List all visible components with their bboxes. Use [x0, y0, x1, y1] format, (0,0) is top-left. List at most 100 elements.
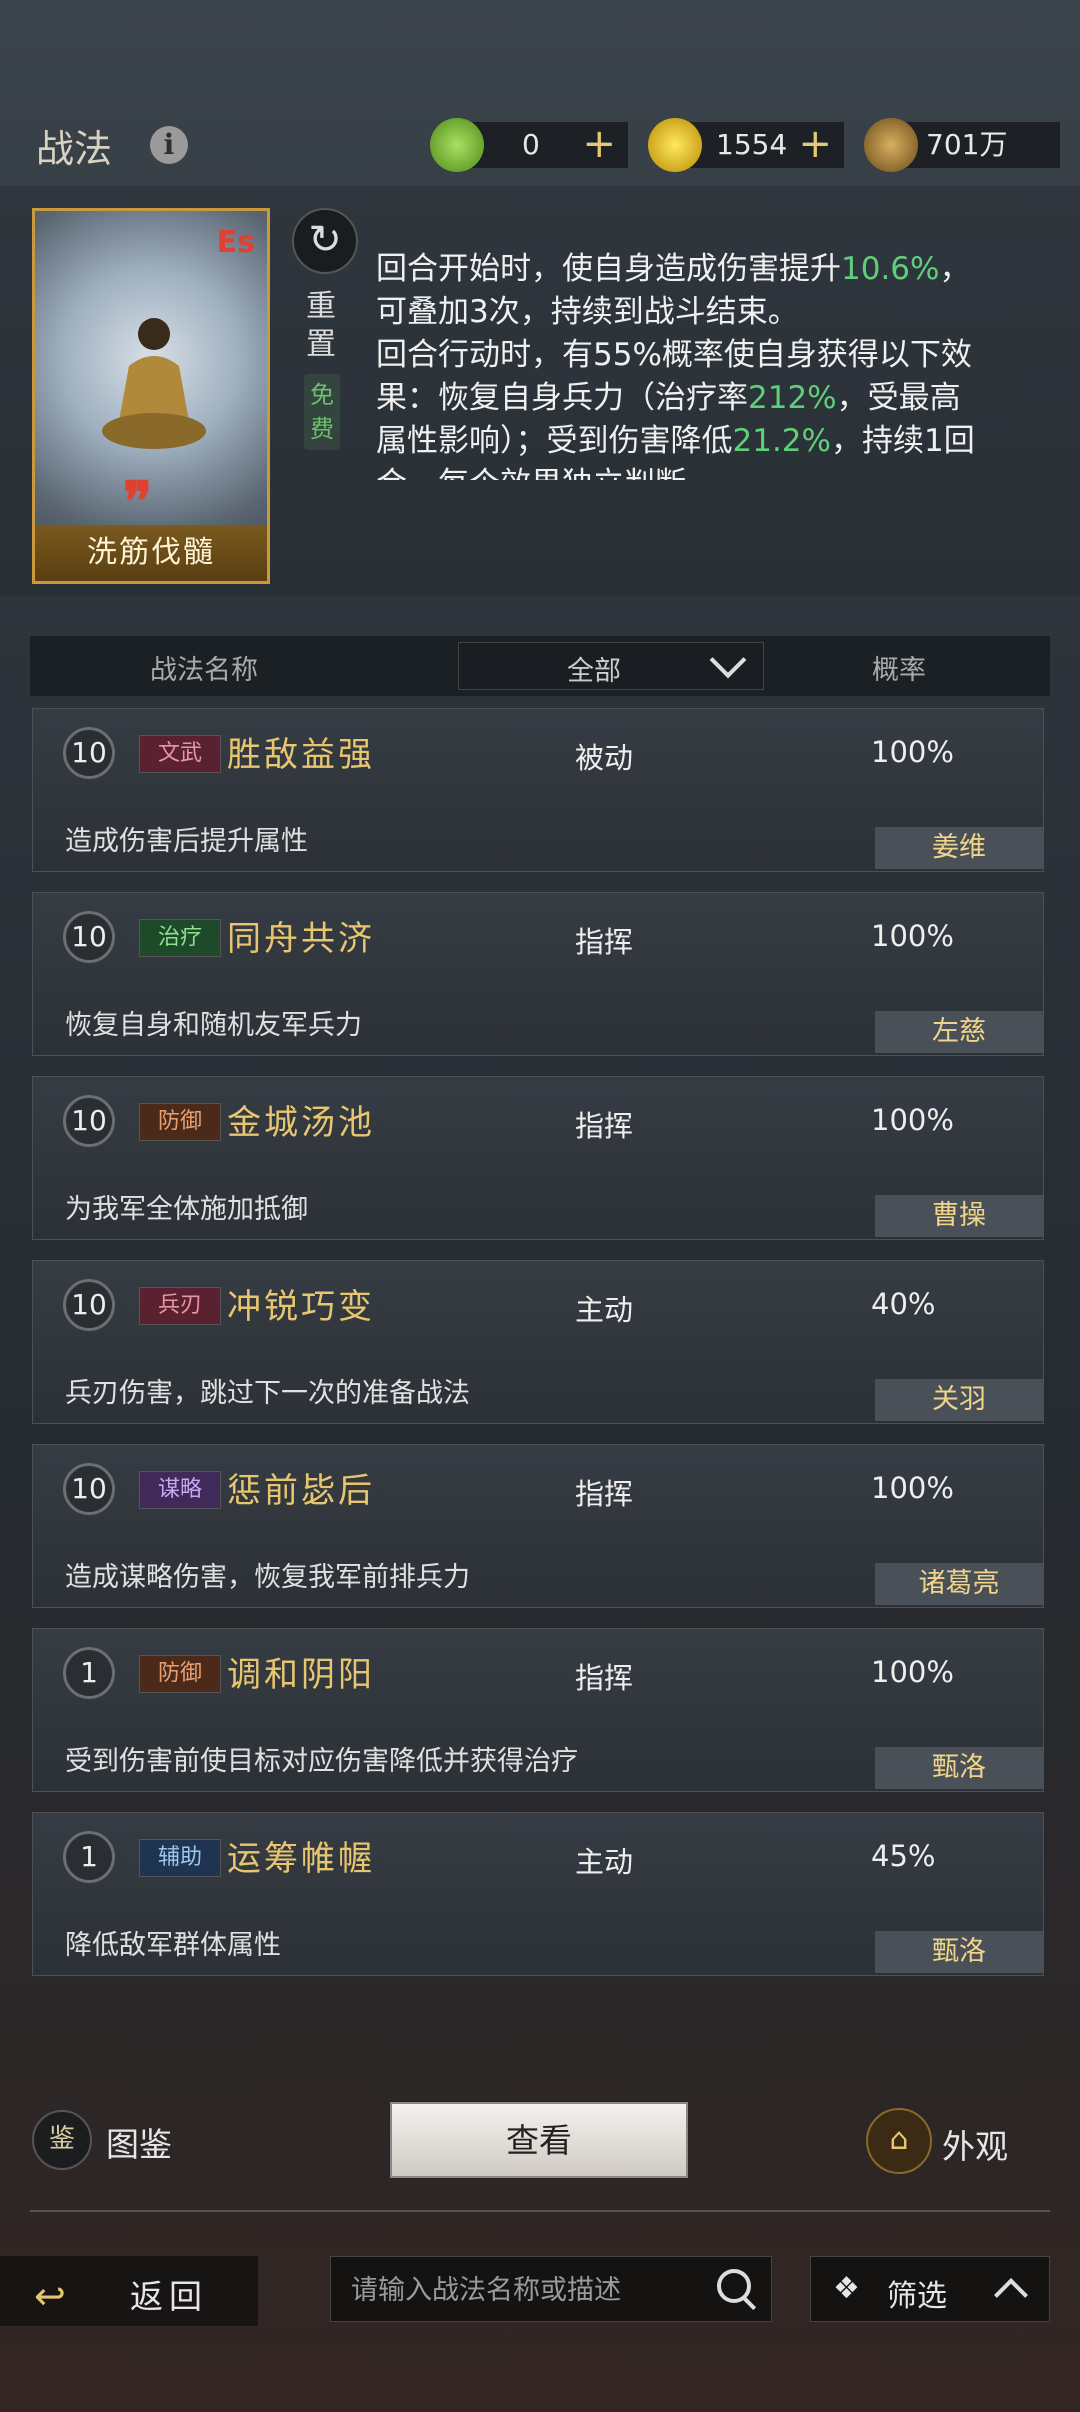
skill-name: 冲锐巧变: [227, 1287, 375, 1327]
skill-summary: 造成谋略伤害，恢复我军前排兵力: [65, 1562, 470, 1593]
skill-tag: 文武: [139, 735, 221, 773]
skill-level-icon: 10: [63, 911, 115, 963]
free-badge: 免费: [304, 374, 340, 450]
desc-value: 21.2%: [732, 423, 831, 459]
skill-tag: 辅助: [139, 1839, 221, 1877]
skill-type: 被动: [575, 741, 634, 775]
skill-name: 同舟共济: [227, 919, 375, 959]
skill-type: 主动: [575, 1845, 634, 1879]
currency-copper-value: 701万: [926, 128, 1008, 161]
desc-value: 10.6%: [841, 251, 940, 287]
jade-icon: [430, 118, 484, 172]
column-rate: 概率: [872, 655, 926, 686]
skill-summary: 降低敌军群体属性: [65, 1930, 281, 1961]
currency-jade-value: 0: [522, 128, 540, 161]
reset-icon[interactable]: ↻: [292, 208, 358, 274]
page-title: 战法: [36, 127, 113, 171]
skill-rate: 40%: [871, 1287, 936, 1321]
currency-jade: 0 +: [430, 118, 628, 172]
skill-level-icon: 10: [63, 1463, 115, 1515]
skill-hero: 甄洛: [875, 1931, 1043, 1973]
skill-type: 指挥: [575, 925, 634, 959]
skill-rate: 100%: [871, 1471, 954, 1505]
skill-type: 指挥: [575, 1661, 634, 1695]
skill-name: 金城汤池: [227, 1103, 375, 1143]
currency-gold-value: 1554: [716, 128, 788, 161]
appearance-button[interactable]: 外观: [942, 2120, 1008, 2168]
category-dropdown-value: 全部: [567, 656, 621, 687]
skill-tag: 治疗: [139, 919, 221, 957]
search-box[interactable]: [330, 2256, 772, 2322]
column-name: 战法名称: [150, 655, 258, 686]
back-label: 返回: [130, 2277, 208, 2316]
skill-row[interactable]: 10 治疗 同舟共济 指挥 100% 恢复自身和随机友军兵力 左慈: [32, 892, 1044, 1056]
skill-rate: 100%: [871, 735, 954, 769]
skill-row[interactable]: 10 谋略 惩前毖后 指挥 100% 造成谋略伤害，恢复我军前排兵力 诸葛亮: [32, 1444, 1044, 1608]
divider: [30, 2210, 1050, 2212]
rank-badge-icon: Eѕ: [216, 225, 255, 260]
search-icon[interactable]: [717, 2269, 751, 2303]
skill-tag: 兵刃: [139, 1287, 221, 1325]
skill-hero: 诸葛亮: [875, 1563, 1043, 1605]
filter-button[interactable]: ❖ 筛选: [810, 2256, 1050, 2322]
quote-mark-icon: ❞: [123, 469, 153, 533]
skill-rate: 100%: [871, 1655, 954, 1689]
view-button[interactable]: 查看: [390, 2102, 688, 2178]
appearance-icon[interactable]: ⌂: [866, 2108, 932, 2174]
search-input[interactable]: [349, 2269, 693, 2311]
category-dropdown[interactable]: 全部: [458, 641, 764, 690]
copper-coin-icon: [864, 118, 918, 172]
skill-type: 主动: [575, 1293, 634, 1327]
skill-name: 惩前毖后: [227, 1471, 375, 1511]
skill-hero: 曹操: [875, 1195, 1043, 1237]
skill-level-icon: 10: [63, 1095, 115, 1147]
add-gold-button[interactable]: +: [798, 122, 832, 166]
skill-type: 指挥: [575, 1109, 634, 1143]
back-arrow-icon: ↩: [34, 2274, 66, 2318]
skill-row[interactable]: 10 防御 金城汤池 指挥 100% 为我军全体施加抵御 曹操: [32, 1076, 1044, 1240]
info-icon[interactable]: i: [150, 126, 188, 164]
skill-tag: 谋略: [139, 1471, 221, 1509]
skill-level-icon: 10: [63, 1279, 115, 1331]
skill-description: 回合开始时，使自身造成伤害提升10.6%，可叠加3次，持续到战斗结束。 回合行动…: [376, 248, 976, 480]
skill-type: 指挥: [575, 1477, 634, 1511]
skill-level-icon: 1: [63, 1647, 115, 1699]
atlas-button[interactable]: 图鉴: [106, 2118, 172, 2166]
skill-row[interactable]: 1 辅助 运筹帷幄 主动 45% 降低敌军群体属性 甄洛: [32, 1812, 1044, 1976]
skill-summary: 受到伤害前使目标对应伤害降低并获得治疗: [65, 1746, 578, 1777]
skill-level-icon: 10: [63, 727, 115, 779]
currency-gold: 1554 +: [648, 118, 844, 172]
skill-level-icon: 1: [63, 1831, 115, 1883]
add-jade-button[interactable]: +: [582, 122, 616, 166]
skill-summary: 兵刃伤害，跳过下一次的准备战法: [65, 1378, 470, 1409]
back-button[interactable]: ↩ 返回: [0, 2256, 258, 2326]
filter-label: 筛选: [887, 2279, 947, 2314]
desc-value: 212%: [748, 380, 837, 416]
skill-row[interactable]: 10 文武 胜敌益强 被动 100% 造成伤害后提升属性 姜维: [32, 708, 1044, 872]
gold-coin-icon: [648, 118, 702, 172]
skill-summary: 为我军全体施加抵御: [65, 1194, 308, 1225]
skill-hero: 姜维: [875, 827, 1043, 869]
skill-name: 运筹帷幄: [227, 1839, 375, 1879]
chevron-down-icon: [709, 641, 747, 679]
skill-rate: 100%: [871, 919, 954, 953]
skill-name: 调和阴阳: [227, 1655, 375, 1695]
skill-row[interactable]: 10 兵刃 冲锐巧变 主动 40% 兵刃伤害，跳过下一次的准备战法 关羽: [32, 1260, 1044, 1424]
skill-rate: 100%: [871, 1103, 954, 1137]
skill-hero: 左慈: [875, 1011, 1043, 1053]
desc-text: 回合开始时，使自身造成伤害提升: [376, 251, 841, 287]
reset-button[interactable]: 重置: [306, 288, 340, 364]
filter-icon: ❖: [833, 2271, 860, 2306]
skill-hero: 关羽: [875, 1379, 1043, 1421]
skill-card-name: 洗筋伐髓: [35, 525, 267, 581]
meditating-figure-icon: [102, 318, 206, 449]
skill-name: 胜敌益强: [227, 735, 375, 775]
skill-row[interactable]: 1 防御 调和阴阳 指挥 100% 受到伤害前使目标对应伤害降低并获得治疗 甄洛: [32, 1628, 1044, 1792]
skill-hero: 甄洛: [875, 1747, 1043, 1789]
atlas-icon[interactable]: 鉴: [32, 2110, 92, 2170]
skill-summary: 恢复自身和随机友军兵力: [65, 1010, 362, 1041]
skill-rate: 45%: [871, 1839, 936, 1873]
skill-summary: 造成伤害后提升属性: [65, 826, 308, 857]
skill-card[interactable]: Eѕ ❞ 洗筋伐髓: [32, 208, 270, 584]
currency-copper: 701万: [864, 118, 1060, 172]
